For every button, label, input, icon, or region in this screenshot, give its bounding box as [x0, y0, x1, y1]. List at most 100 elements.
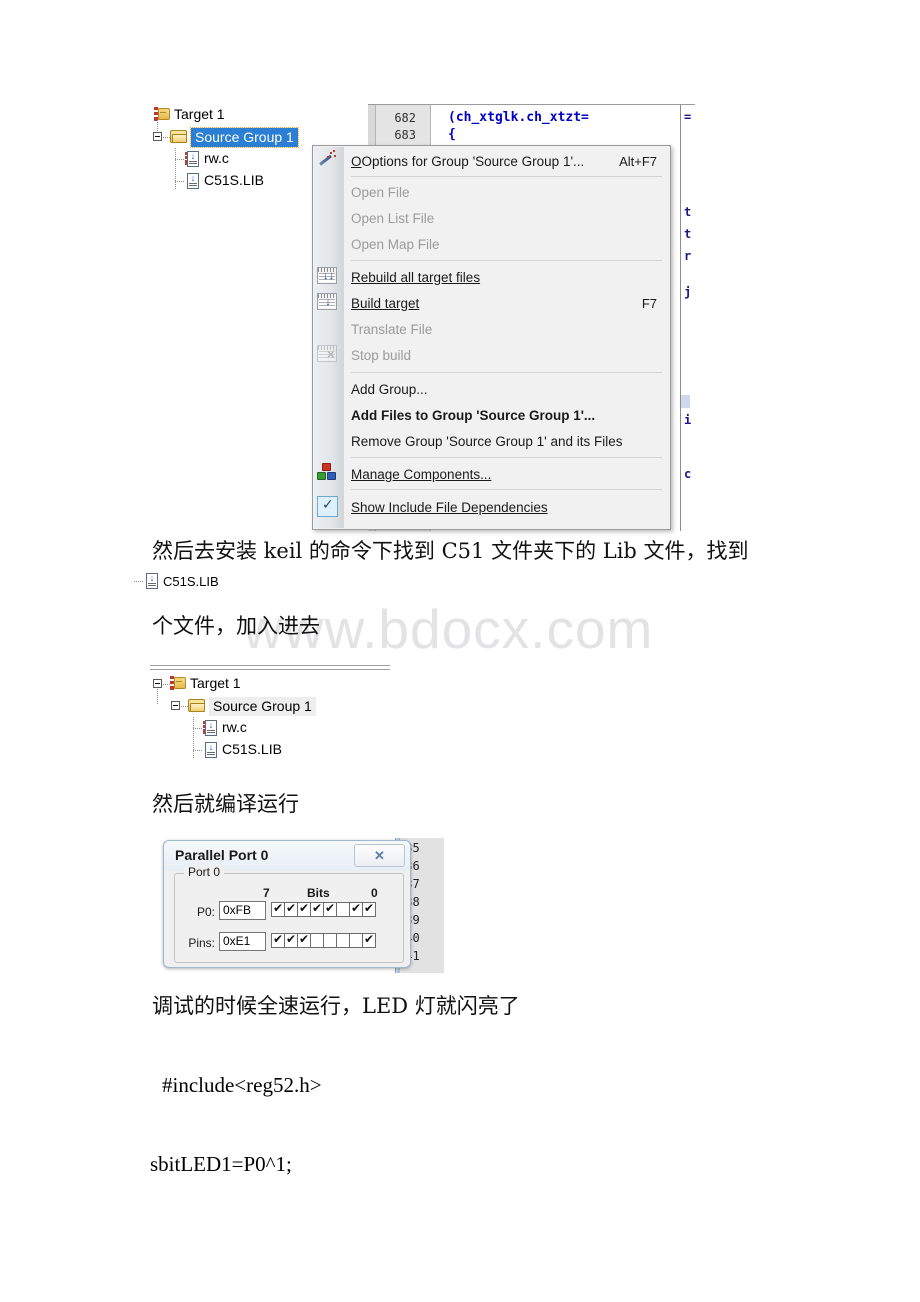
tree-node-label-selected: Source Group 1 [190, 127, 299, 148]
p0-bit-1[interactable] [349, 901, 363, 917]
pins-bit-2[interactable] [336, 933, 350, 948]
library-file-icon: ↓ [185, 173, 200, 189]
tree-node-label: rw.c [204, 150, 229, 166]
pins-bit-5[interactable] [297, 932, 311, 948]
pins-bit-0[interactable] [362, 932, 376, 948]
source-group-context-menu[interactable]: OOptions for Group 'Source Group 1'... A… [312, 145, 671, 530]
menu-item-shortcut: F7 [641, 295, 657, 311]
menu-item-label: Open List File [351, 210, 435, 226]
collapse-toggle-icon[interactable] [153, 679, 162, 688]
target-icon [154, 107, 170, 121]
menu-item-remove-group[interactable]: Remove Group 'Source Group 1' and its Fi… [343, 428, 669, 454]
library-file-icon: ↓ [144, 573, 159, 589]
editor-highlight [681, 395, 690, 408]
menu-item-build-target[interactable]: Build target F7 [343, 290, 669, 316]
pins-bit-4[interactable] [310, 933, 324, 948]
menu-item-label: Manage Components... [351, 466, 492, 482]
menu-item-label: Rebuild all target files [351, 269, 481, 285]
code-include-line: #include<reg52.h> [162, 1073, 322, 1097]
menu-item-open-list-file[interactable]: Open List File [343, 205, 669, 231]
menu-item-label: Open File [351, 184, 410, 200]
folder-icon [188, 699, 205, 712]
menu-item-translate-file[interactable]: Translate File [343, 316, 669, 342]
menu-item-add-files-to-group[interactable]: Add Files to Group 'Source Group 1'... [343, 402, 669, 428]
tree-connector [134, 581, 143, 582]
p0-bit-5[interactable] [297, 901, 311, 917]
inline-lib-file-label: C51S.LIB [163, 574, 219, 589]
paragraph-compile-run: 然后就编译运行 [152, 792, 299, 816]
tree-node-label: C51S.LIB [222, 741, 282, 757]
p0-bits-row[interactable] [271, 901, 376, 917]
tree-node-label: Target 1 [174, 106, 225, 122]
paragraph-add-file: 个文件，加入进去 [152, 614, 320, 638]
c-source-file-icon: ↓ [185, 151, 200, 167]
p0-label: P0: [196, 905, 215, 919]
close-icon[interactable]: ✕ [354, 844, 405, 867]
menu-item-label: Options for Group 'Source Group 1'... [361, 153, 585, 169]
rebuild-icon: ↓↓ [317, 267, 339, 289]
menu-item-label: Show Include File Dependencies [351, 499, 548, 515]
pins-value-field[interactable]: 0xE1 [219, 932, 266, 951]
menu-item-stop-build[interactable]: Stop build [343, 342, 669, 368]
p0-bit-0[interactable] [362, 901, 376, 917]
editor-right-fragment: j [684, 285, 692, 299]
components-icon [317, 463, 339, 485]
group-box-legend: Port 0 [184, 865, 225, 879]
p0-bit-2[interactable] [336, 902, 350, 917]
menu-separator [351, 176, 662, 177]
tree-connector [193, 717, 194, 759]
tree-connector [175, 159, 185, 160]
menu-item-label: Remove Group 'Source Group 1' and its Fi… [351, 433, 623, 449]
editor-right-fragment: c [684, 467, 692, 481]
wand-icon [317, 150, 339, 172]
tree-connector [175, 148, 176, 190]
p0-bit-7[interactable] [271, 901, 285, 917]
bits-low-label: 0 [371, 886, 378, 900]
p0-bit-3[interactable] [323, 901, 337, 917]
collapse-toggle-icon[interactable] [171, 701, 180, 710]
pins-bit-6[interactable] [284, 932, 298, 948]
menu-item-open-file[interactable]: Open File [343, 179, 669, 205]
p0-bit-6[interactable] [284, 901, 298, 917]
menu-item-open-map-file[interactable]: Open Map File [343, 231, 669, 257]
tree-node-label: C51S.LIB [204, 172, 264, 188]
editor-right-fragment: r [684, 249, 692, 263]
pins-bit-7[interactable] [271, 932, 285, 948]
pins-bit-3[interactable] [323, 933, 337, 948]
pins-bits-row[interactable] [271, 932, 376, 948]
p0-value-field[interactable]: 0xFB [219, 901, 266, 920]
bits-high-label: 7 [263, 886, 270, 900]
paragraph-install-keil: 然后去安装 keil 的命令下找到 C51 文件夹下的 Lib 文件，找到 [152, 539, 749, 563]
checked-box-icon[interactable] [317, 496, 339, 518]
editor-right-fragment: i [684, 413, 692, 427]
menu-separator [351, 372, 662, 373]
stop-build-icon: ✕ [317, 345, 339, 367]
panel-top-divider [150, 665, 390, 670]
bits-label: Bits [307, 886, 330, 900]
tree-connector [193, 750, 203, 751]
p0-bit-4[interactable] [310, 901, 324, 917]
pins-bit-1[interactable] [349, 933, 363, 948]
menu-item-label: Open Map File [351, 236, 440, 252]
dialog-title: Parallel Port 0 [175, 847, 269, 863]
menu-item-label: Translate File [351, 321, 433, 337]
menu-item-options-for-group[interactable]: OOptions for Group 'Source Group 1'... A… [343, 148, 669, 174]
tree-connector [163, 684, 170, 685]
folder-icon [170, 130, 187, 143]
menu-item-manage-components[interactable]: Manage Components... [343, 461, 669, 487]
editor-right-fragment: t [684, 227, 692, 241]
code-sbit-line: sbitLED1=P0^1; [150, 1152, 292, 1176]
menu-item-rebuild-all-target-files[interactable]: Rebuild all target files [343, 264, 669, 290]
tree-connector [157, 689, 158, 705]
menu-item-add-group[interactable]: Add Group... [343, 376, 669, 402]
target-icon [170, 676, 186, 690]
menu-separator [351, 489, 662, 490]
menu-item-label: Stop build [351, 347, 412, 363]
editor-right-fragment: = [684, 110, 692, 124]
menu-item-show-include-file-dependencies[interactable]: Show Include File Dependencies [343, 494, 669, 520]
menu-item-label: Add Files to Group 'Source Group 1'... [351, 407, 596, 423]
collapse-toggle-icon[interactable] [153, 132, 162, 141]
parallel-port-dialog[interactable]: Parallel Port 0 ✕ Port 0 7 Bits 0 P0: 0x… [163, 840, 411, 968]
menu-item-label: Build target [351, 295, 420, 311]
tree-node-label: rw.c [222, 719, 247, 735]
